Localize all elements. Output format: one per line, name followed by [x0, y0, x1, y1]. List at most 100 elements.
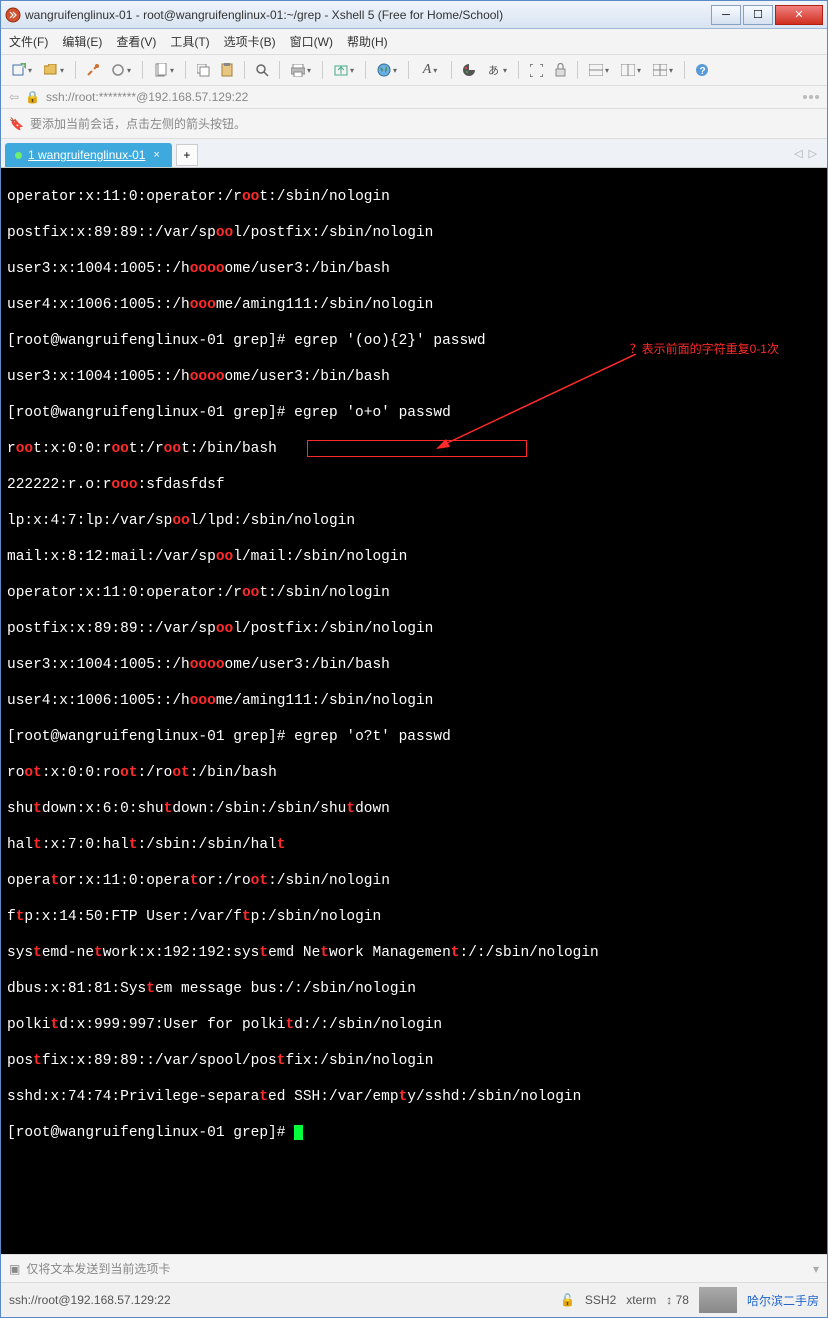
- terminal-line: postfix:x:89:89::/var/spool/postfix:/sbi…: [7, 224, 821, 242]
- color-scheme-button[interactable]: [458, 59, 480, 81]
- menu-file[interactable]: 文件(F): [9, 33, 48, 50]
- toolbar-separator: [279, 61, 280, 79]
- terminal-line: operator:x:11:0:operator:/root:/sbin/nol…: [7, 872, 821, 890]
- menu-tabs[interactable]: 选项卡(B): [224, 33, 276, 50]
- xftp-button[interactable]: [329, 59, 359, 81]
- lock-status-icon: 🔓: [560, 1293, 575, 1307]
- close-button[interactable]: ✕: [775, 5, 823, 25]
- add-tab-button[interactable]: +: [176, 144, 198, 166]
- fullscreen-button[interactable]: [525, 59, 547, 81]
- toolbar-separator: [365, 61, 366, 79]
- terminal-line: mail:x:8:12:mail:/var/spool/mail:/sbin/n…: [7, 548, 821, 566]
- expand-icon[interactable]: ▾: [813, 1262, 819, 1276]
- ad-text[interactable]: 哈尔滨二手房: [747, 1292, 819, 1309]
- window-title: wangruifenglinux-01 - root@wangruifengli…: [25, 8, 709, 22]
- app-window: wangruifenglinux-01 - root@wangruifengli…: [0, 0, 828, 1318]
- svg-text:あ: あ: [488, 64, 499, 77]
- terminal-line: [root@wangruifenglinux-01 grep]# egrep '…: [7, 728, 821, 746]
- terminal-line: postfix:x:89:89::/var/spool/postfix:/sbi…: [7, 620, 821, 638]
- compose-hint[interactable]: 仅将文本发送到当前选项卡: [26, 1260, 807, 1277]
- lock-button[interactable]: [549, 59, 571, 81]
- info-text: 要添加当前会话，点击左侧的箭头按钮。: [30, 115, 246, 132]
- status-dot-icon: [15, 152, 22, 159]
- menu-help[interactable]: 帮助(H): [347, 33, 388, 50]
- menu-view[interactable]: 查看(V): [116, 33, 156, 50]
- terminal-line: postfix:x:89:89::/var/spool/postfix:/sbi…: [7, 1052, 821, 1070]
- help-button[interactable]: ?: [691, 59, 713, 81]
- toolbar-separator: [322, 61, 323, 79]
- titlebar: wangruifenglinux-01 - root@wangruifengli…: [1, 1, 827, 29]
- menu-edit[interactable]: 编辑(E): [62, 33, 102, 50]
- tab-bar: 1 wangruifenglinux-01 × + ◁ ▷: [1, 139, 827, 168]
- terminal-line: shutdown:x:6:0:shutdown:/sbin:/sbin/shut…: [7, 800, 821, 818]
- terminal-line: halt:x:7:0:halt:/sbin:/sbin/halt: [7, 836, 821, 854]
- layout-horizontal-button[interactable]: [584, 59, 614, 81]
- terminal-line: root:x:0:0:root:/root:/bin/bash: [7, 764, 821, 782]
- terminal-line: [root@wangruifenglinux-01 grep]#: [7, 1124, 821, 1142]
- address-bar: ⇦ 🔒 ssh://root:********@192.168.57.129:2…: [1, 86, 827, 109]
- globe-button[interactable]: [372, 59, 402, 81]
- encoding-button[interactable]: あ: [482, 59, 512, 81]
- toolbar-separator: [142, 61, 143, 79]
- address-text[interactable]: ssh://root:********@192.168.57.129:22: [46, 90, 797, 104]
- terminal-line: operator:x:11:0:operator:/root:/sbin/nol…: [7, 188, 821, 206]
- terminal-line: sshd:x:74:74:Privilege-separated SSH:/va…: [7, 1088, 821, 1106]
- status-bar: ssh://root@192.168.57.129:22 🔓 SSH2 xter…: [1, 1282, 827, 1317]
- open-button[interactable]: [39, 59, 69, 81]
- ad-thumbnail[interactable]: [699, 1287, 737, 1313]
- layout-vertical-button[interactable]: [616, 59, 646, 81]
- address-dots: [803, 95, 819, 99]
- session-tab[interactable]: 1 wangruifenglinux-01 ×: [5, 143, 172, 167]
- status-size-icon: ↕ 78: [666, 1293, 689, 1307]
- tab-label: 1 wangruifenglinux-01: [28, 148, 145, 162]
- status-connection: ssh://root@192.168.57.129:22: [9, 1293, 171, 1307]
- status-ssh: SSH2: [585, 1293, 616, 1307]
- svg-text:+: +: [21, 63, 25, 70]
- tab-prev-icon[interactable]: ◁: [794, 147, 802, 160]
- paste-button[interactable]: [216, 59, 238, 81]
- copy-button[interactable]: [192, 59, 214, 81]
- terminal-line: 222222:r.o:rooo:sfdasfdsf: [7, 476, 821, 494]
- toolbar-separator: [75, 61, 76, 79]
- terminal-line: user3:x:1004:1005::/hooooome/user3:/bin/…: [7, 368, 821, 386]
- terminal-line: user4:x:1006:1005::/hooome/aming111:/sbi…: [7, 692, 821, 710]
- properties-button[interactable]: [149, 59, 179, 81]
- tab-next-icon[interactable]: ▷: [809, 147, 817, 160]
- terminal-line: dbus:x:81:81:System message bus:/:/sbin/…: [7, 980, 821, 998]
- terminal-line: user3:x:1004:1005::/hooooome/user3:/bin/…: [7, 260, 821, 278]
- toolbar-separator: [451, 61, 452, 79]
- menu-tools[interactable]: 工具(T): [170, 33, 209, 50]
- new-session-button[interactable]: +: [7, 59, 37, 81]
- layout-grid-button[interactable]: [648, 59, 678, 81]
- status-right: 🔓 SSH2 xterm ↕ 78 哈尔滨二手房: [560, 1287, 819, 1313]
- disconnect-button[interactable]: [106, 59, 136, 81]
- print-button[interactable]: [286, 59, 316, 81]
- bookmark-icon[interactable]: 🔖: [9, 117, 24, 131]
- terminal-line: user4:x:1006:1005::/hooome/aming111:/sbi…: [7, 296, 821, 314]
- maximize-button[interactable]: ☐: [743, 5, 773, 25]
- toolbar-separator: [684, 61, 685, 79]
- arrow-left-icon[interactable]: ⇦: [9, 90, 19, 104]
- terminal-line: systemd-network:x:192:192:systemd Networ…: [7, 944, 821, 962]
- svg-text:?: ?: [700, 66, 706, 77]
- toolbar: + A あ ?: [1, 55, 827, 86]
- terminal-line: lp:x:4:7:lp:/var/spool/lpd:/sbin/nologin: [7, 512, 821, 530]
- window-controls: ─ ☐ ✕: [709, 5, 823, 25]
- cursor-icon: [294, 1125, 303, 1140]
- annotation-text: ？表示前面的字符重复0-1次: [630, 340, 779, 358]
- reconnect-button[interactable]: [82, 59, 104, 81]
- tab-close-icon[interactable]: ×: [151, 149, 161, 161]
- find-button[interactable]: [251, 59, 273, 81]
- terminal[interactable]: operator:x:11:0:operator:/root:/sbin/nol…: [1, 168, 827, 1254]
- minimize-button[interactable]: ─: [711, 5, 741, 25]
- xshell-app-icon: [5, 7, 21, 23]
- toolbar-separator: [244, 61, 245, 79]
- terminal-send-icon[interactable]: ▣: [9, 1262, 20, 1276]
- toolbar-separator: [518, 61, 519, 79]
- toolbar-separator: [577, 61, 578, 79]
- terminal-line: ftp:x:14:50:FTP User:/var/ftp:/sbin/nolo…: [7, 908, 821, 926]
- toolbar-separator: [408, 61, 409, 79]
- font-button[interactable]: A: [415, 59, 445, 81]
- terminal-line: user3:x:1004:1005::/hooooome/user3:/bin/…: [7, 656, 821, 674]
- menu-window[interactable]: 窗口(W): [290, 33, 333, 50]
